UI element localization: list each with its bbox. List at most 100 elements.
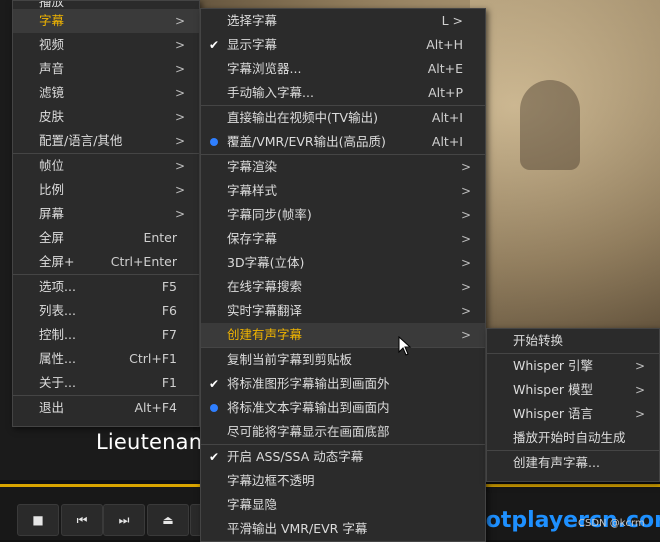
subtitle-menu-item-2[interactable]: 字幕浏览器... Alt+E — [201, 57, 485, 81]
subtitle-menu-item-17[interactable]: 尽可能将字幕显示在画面底部 — [201, 420, 485, 444]
subtitle-menu-item-16[interactable]: 将标准文本字幕输出到画面内 — [201, 396, 485, 420]
main-menu-item-16[interactable]: 关于... F1 — [13, 371, 199, 395]
subtitle-menu-item-7[interactable]: 字幕样式 > — [201, 179, 485, 203]
voice-menu-item-4[interactable]: 播放开始时自动生成 — [487, 426, 659, 450]
shortcut-text: Alt+F4 — [134, 400, 177, 415]
stop-button[interactable]: ■ — [17, 504, 59, 536]
chevron-right-icon: > — [460, 256, 471, 270]
main-menu-item-14[interactable]: 控制... F7 — [13, 323, 199, 347]
shortcut-text: Alt+I — [431, 110, 463, 125]
voice-menu-item-1[interactable]: Whisper 引擎 > — [487, 354, 659, 378]
subtitle-menu-item-6[interactable]: 字幕渲染 > — [201, 155, 485, 179]
subtitle-menu-item-label: 字幕样式 — [227, 183, 278, 198]
chevron-right-icon: > — [174, 159, 185, 173]
main-menu-item-label: 全屏 — [39, 230, 65, 245]
voice-menu-item-5[interactable]: 创建有声字幕... — [487, 451, 659, 475]
main-menu-item-label: 配置/语言/其他 — [39, 133, 123, 148]
subtitle-menu-item-label: 开启 ASS/SSA 动态字幕 — [227, 449, 364, 464]
main-menu-item-17[interactable]: 退出 Alt+F4 — [13, 396, 199, 420]
chevron-right-icon: > — [634, 383, 645, 397]
chevron-right-icon: > — [460, 304, 471, 318]
chevron-right-icon: > — [174, 110, 185, 124]
main-menu-item-label: 退出 — [39, 400, 65, 415]
shortcut-text: Enter — [143, 230, 177, 245]
voice-menu-item-0[interactable]: 开始转换 — [487, 329, 659, 353]
chevron-right-icon: > — [174, 86, 185, 100]
main-menu-item-label: 声音 — [39, 61, 65, 76]
chevron-right-icon: > — [634, 407, 645, 421]
shortcut-text: Alt+I — [431, 134, 463, 149]
subtitle-menu-item-label: 直接输出在视频中(TV输出) — [227, 110, 378, 125]
main-menu-item-0[interactable]: 播放 — [13, 1, 199, 9]
main-menu-item-label: 列表... — [39, 303, 76, 318]
main-menu-item-10[interactable]: 全屏 Enter — [13, 226, 199, 250]
subtitle-menu-item-19[interactable]: 字幕边框不透明 — [201, 469, 485, 493]
subtitle-menu-item-label: 平滑输出 VMR/EVR 字幕 — [227, 521, 368, 536]
main-menu-item-label: 视频 — [39, 37, 65, 52]
subtitle-menu-item-1[interactable]: ✔ 显示字幕 Alt+H — [201, 33, 485, 57]
main-menu-item-label: 帧位 — [39, 158, 65, 173]
subtitle-menu-item-label: 字幕显隐 — [227, 497, 278, 512]
voice-menu-item-3[interactable]: Whisper 语言 > — [487, 402, 659, 426]
subtitle-menu-item-3[interactable]: 手动输入字幕... Alt+P — [201, 81, 485, 105]
chevron-right-icon: > — [174, 134, 185, 148]
main-menu-item-6[interactable]: 配置/语言/其他 > — [13, 129, 199, 153]
subtitle-menu-item-13[interactable]: 创建有声字幕 > — [201, 323, 485, 347]
main-menu-item-label: 选项... — [39, 279, 76, 294]
subtitle-menu-item-18[interactable]: ✔ 开启 ASS/SSA 动态字幕 — [201, 445, 485, 469]
main-menu-item-5[interactable]: 皮肤 > — [13, 105, 199, 129]
chevron-right-icon: > — [460, 208, 471, 222]
subtitle-menu-item-12[interactable]: 实时字幕翻译 > — [201, 299, 485, 323]
subtitle-menu-item-label: 尽可能将字幕显示在画面底部 — [227, 424, 390, 439]
watermark-small: CSDN @kcrm — [578, 518, 645, 529]
subtitle-menu-item-4[interactable]: 直接输出在视频中(TV输出) Alt+I — [201, 106, 485, 130]
voice-menu-item-label: 开始转换 — [513, 333, 564, 348]
shortcut-text: F7 — [161, 327, 177, 342]
main-menu-item-15[interactable]: 属性... Ctrl+F1 — [13, 347, 199, 371]
main-menu-item-label: 屏幕 — [39, 206, 65, 221]
main-menu-item-label: 播放 — [39, 1, 65, 9]
shortcut-text: L > — [441, 13, 463, 28]
eject-button[interactable]: ⏏ — [147, 504, 189, 536]
check-icon: ✔ — [209, 377, 220, 391]
next-button[interactable]: ⏭ — [103, 504, 145, 536]
subtitle-menu-item-8[interactable]: 字幕同步(帧率) > — [201, 203, 485, 227]
voice-menu-item-2[interactable]: Whisper 模型 > — [487, 378, 659, 402]
main-menu-item-3[interactable]: 声音 > — [13, 57, 199, 81]
main-menu-item-13[interactable]: 列表... F6 — [13, 299, 199, 323]
main-menu-item-7[interactable]: 帧位 > — [13, 154, 199, 178]
subtitle-menu-item-20[interactable]: 字幕显隐 — [201, 493, 485, 517]
subtitle-menu-item-5[interactable]: 覆盖/VMR/EVR输出(高品质) Alt+I — [201, 130, 485, 154]
subtitle-menu-item-0[interactable]: 选择字幕 L > — [201, 9, 485, 33]
main-menu-item-9[interactable]: 屏幕 > — [13, 202, 199, 226]
shortcut-text: Ctrl+F1 — [129, 351, 177, 366]
chevron-right-icon: > — [460, 328, 471, 342]
prev-button[interactable]: ⏮ — [61, 504, 103, 536]
subtitle-text: Lieutenan — [96, 430, 203, 454]
main-menu-item-4[interactable]: 滤镜 > — [13, 81, 199, 105]
main-menu-item-12[interactable]: 选项... F5 — [13, 275, 199, 299]
main-menu-item-1[interactable]: 字幕 > — [13, 9, 199, 33]
main-menu-item-2[interactable]: 视频 > — [13, 33, 199, 57]
subtitle-menu-item-label: 创建有声字幕 — [227, 327, 303, 342]
subtitle-menu-item-label: 实时字幕翻译 — [227, 303, 303, 318]
shortcut-text: F6 — [161, 303, 177, 318]
voice-menu-item-label: Whisper 引擎 — [513, 358, 594, 373]
subtitle-menu-item-15[interactable]: ✔ 将标准图形字幕输出到画面外 — [201, 372, 485, 396]
main-menu-item-11[interactable]: 全屏+ Ctrl+Enter — [13, 250, 199, 274]
main-menu-item-label: 控制... — [39, 327, 76, 342]
subtitle-menu-item-label: 保存字幕 — [227, 231, 278, 246]
check-icon: ✔ — [209, 38, 220, 52]
main-menu-item-8[interactable]: 比例 > — [13, 178, 199, 202]
chevron-right-icon: > — [460, 184, 471, 198]
eject-icon: ⏏ — [162, 513, 174, 527]
prev-icon: ⏮ — [76, 512, 88, 527]
subtitle-menu-item-14[interactable]: 复制当前字幕到剪贴板 — [201, 348, 485, 372]
subtitle-menu-item-11[interactable]: 在线字幕搜索 > — [201, 275, 485, 299]
subtitle-menu-item-9[interactable]: 保存字幕 > — [201, 227, 485, 251]
voice-subtitle-submenu: 开始转换 Whisper 引擎 > Whisper 模型 > Whisper 语言 > 播放开… — [486, 328, 660, 482]
subtitle-menu-item-10[interactable]: 3D字幕(立体) > — [201, 251, 485, 275]
main-menu-item-label: 关于... — [39, 375, 76, 390]
video-figure — [520, 80, 580, 170]
subtitle-menu-item-21[interactable]: 平滑输出 VMR/EVR 字幕 — [201, 517, 485, 541]
